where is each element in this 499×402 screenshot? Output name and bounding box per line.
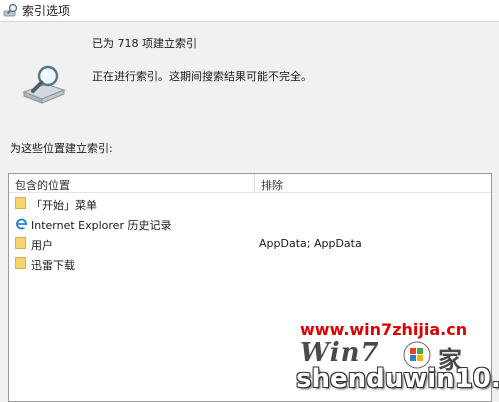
list-item-exclude: AppData; AppData (259, 237, 362, 250)
title-bar: 索引选项 (0, 0, 499, 22)
magnifier-search-icon (22, 65, 66, 104)
watermark-url: www.win7zhijia.cn (300, 320, 468, 339)
column-header-location[interactable]: 包含的位置 (15, 177, 70, 193)
internet-explorer-icon (16, 218, 27, 230)
column-divider[interactable] (254, 174, 255, 192)
folder-icon (15, 197, 28, 210)
list-item-location: 用户 (31, 239, 53, 252)
watermark-domain: shenduwin10.com (296, 364, 499, 394)
list-item[interactable]: 用户 AppData; AppData (9, 234, 491, 254)
list-item-location: Internet Explorer 历史记录 (31, 219, 172, 232)
indexing-options-icon (3, 3, 18, 17)
folder-icon (15, 237, 28, 250)
list-item[interactable]: Internet Explorer 历史记录 (9, 214, 491, 234)
indexed-count-text: 已为 718 项建立索引 (92, 37, 197, 50)
indexing-options-window: 索引选项 已为 718 项建立索引 正在进行索引。这期间搜索结果可能不完全。 为… (0, 0, 499, 402)
list-header: 包含的位置 排除 (9, 174, 491, 193)
list-item-location: 「开始」菜单 (31, 199, 97, 212)
list-item-location: 迅雷下载 (31, 259, 75, 272)
indexing-progress-text: 正在进行索引。这期间搜索结果可能不完全。 (92, 70, 312, 83)
indexed-locations-label: 为这些位置建立索引: (10, 142, 113, 155)
window-title: 索引选项 (22, 4, 71, 18)
folder-icon (15, 257, 28, 270)
list-item[interactable]: 「开始」菜单 (9, 194, 491, 214)
list-item[interactable]: 迅雷下载 (9, 254, 491, 274)
column-header-exclude[interactable]: 排除 (261, 177, 283, 193)
